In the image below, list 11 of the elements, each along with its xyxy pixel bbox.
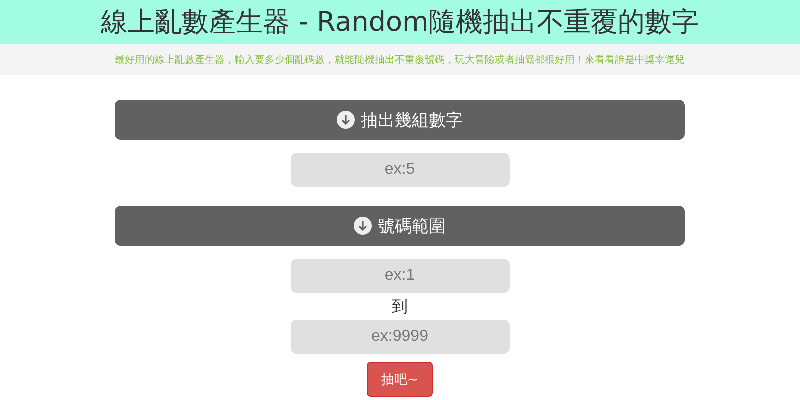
section-heading: 抽出幾組數字 (361, 110, 463, 132)
input-field[interactable]: ex:9999 (290, 320, 510, 354)
arrow-down-circle-icon (354, 217, 372, 235)
input-field[interactable]: ex:5 (290, 153, 510, 187)
tagline: 最好用的線上亂數產生器，輸入要多少個亂碼數，就能隨機抽出不重覆號碼，玩大冒險或者抽籤都很好用！來看看誰是中獎幸運兒 (115, 54, 685, 66)
draw-button[interactable]: 抽吧~ (367, 362, 433, 397)
arrow-down-circle-icon (337, 111, 355, 129)
input-field[interactable]: ex:1 (290, 259, 510, 293)
range-separator: 到 (392, 296, 408, 318)
page-title: 線上亂數產生器 - Random隨機抽出不重覆的數字 (101, 6, 699, 40)
section-heading: 號碼範圍 (378, 216, 446, 238)
